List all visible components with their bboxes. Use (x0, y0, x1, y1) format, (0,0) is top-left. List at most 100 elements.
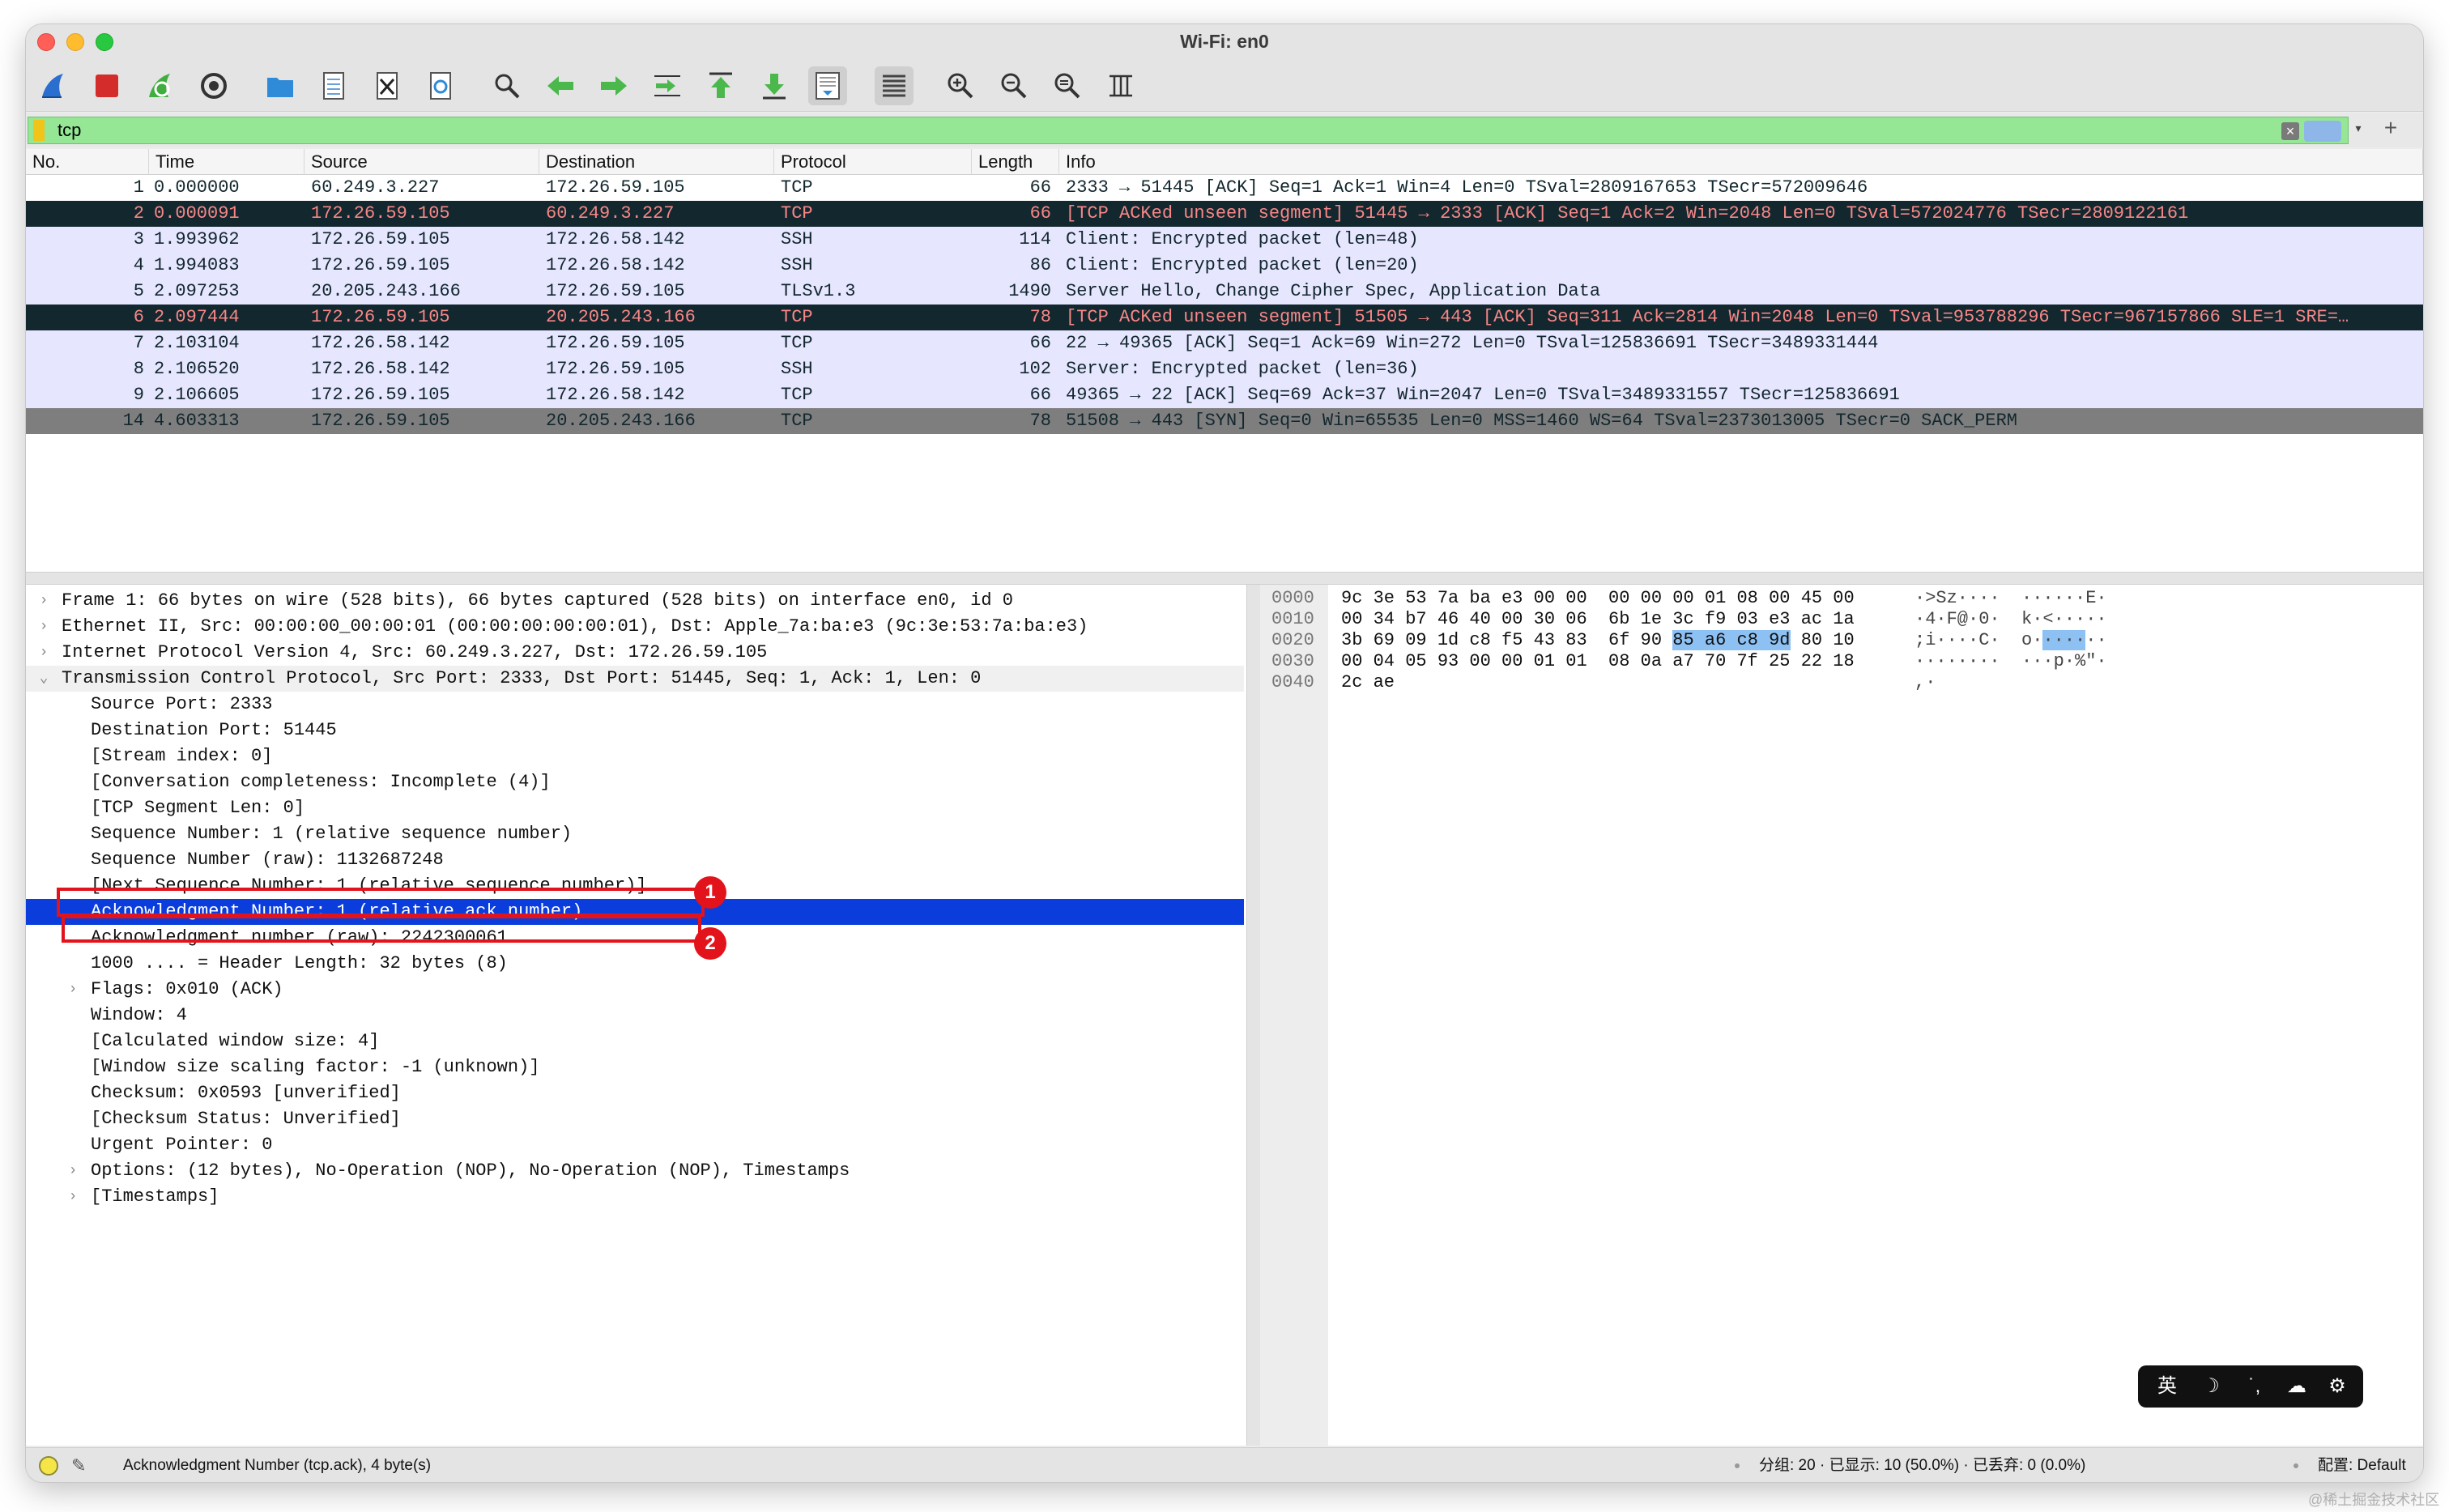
moon-icon[interactable]: ☽ (2195, 1365, 2227, 1408)
detail-tree-item[interactable]: Sequence Number (raw): 1132687248 (26, 847, 1244, 873)
packet-row[interactable]: 5 2.097253 20.205.243.166 172.26.59.105 TLSv… (26, 279, 2423, 305)
restart-capture-icon[interactable] (141, 66, 180, 105)
collapse-arrow-icon[interactable]: ⌄ (36, 666, 52, 692)
resize-columns-icon[interactable] (1101, 66, 1140, 105)
reload-file-icon[interactable] (421, 66, 460, 105)
packet-row[interactable]: 8 2.106520 172.26.58.142 172.26.59.105 SSH 10… (26, 356, 2423, 382)
detail-tree-item[interactable]: Urgent Pointer: 0 (26, 1132, 1244, 1158)
packet-cell-no: 4 (133, 255, 144, 275)
bytes-hex[interactable]: 00 04 05 93 00 00 01 01 08 0a a7 70 7f 2… (1341, 651, 1855, 672)
save-file-icon[interactable] (314, 66, 353, 105)
expand-arrow-icon[interactable]: › (36, 588, 52, 614)
status-profile[interactable]: 配置: Default (2318, 1448, 2406, 1482)
colorize-icon[interactable] (875, 66, 914, 105)
bytes-ascii[interactable]: ·>Sz···· ······E· (1914, 588, 2107, 609)
column-header-2[interactable]: Source (305, 149, 539, 175)
go-back-icon[interactable] (541, 66, 580, 105)
column-header-6[interactable]: Info (1059, 149, 2423, 175)
go-forward-icon[interactable] (594, 66, 633, 105)
detail-tree-item[interactable]: Destination Port: 51445 (26, 718, 1244, 743)
detail-tree-item[interactable]: Sequence Number: 1 (relative sequence nu… (26, 821, 1244, 847)
detail-tree-item[interactable]: [Checksum Status: Unverified] (26, 1106, 1244, 1132)
packet-row[interactable]: 2 0.000091 172.26.59.105 60.249.3.227 TCP 66 [… (26, 201, 2423, 227)
detail-tree-item[interactable]: › Frame 1: 66 bytes on wire (528 bits), 6… (26, 588, 1244, 614)
last-packet-icon[interactable] (755, 66, 794, 105)
detail-text: [Checksum Status: Unverified] (91, 1109, 401, 1129)
bytes-ascii[interactable]: ········ ···p·%"· (1914, 651, 2107, 672)
normal-size-icon[interactable] (1048, 66, 1087, 105)
column-header-3[interactable]: Destination (539, 149, 774, 175)
autoscroll-icon[interactable] (808, 66, 847, 105)
packet-cell-time: 0.000091 (154, 203, 240, 224)
comment-edit-icon[interactable]: ✎ (71, 1448, 96, 1482)
filter-history-dropdown-icon[interactable]: ▾ (2347, 117, 2370, 139)
detail-tree-item[interactable]: › Internet Protocol Version 4, Src: 60.24… (26, 640, 1244, 666)
find-packet-icon[interactable] (488, 66, 526, 105)
expand-arrow-icon[interactable]: › (65, 977, 81, 1003)
packet-bytes-pane: 0000 9c 3e 53 7a ba e3 00 00 00 00 00 01 … (1260, 585, 2423, 1446)
go-to-packet-icon[interactable] (648, 66, 687, 105)
stop-capture-icon[interactable] (87, 66, 126, 105)
wireshark-window: Wi-Fi: en0 × ▾ + No.TimeSource (26, 24, 2423, 1482)
packet-row[interactable]: 1 0.000000 60.249.3.227 172.26.59.105 TCP 66 2… (26, 175, 2423, 201)
detail-tree-item[interactable]: 1000 .... = Header Length: 32 bytes (8) (26, 951, 1244, 977)
column-header-4[interactable]: Protocol (774, 149, 972, 175)
bytes-hex[interactable]: 2c ae (1341, 672, 1395, 693)
bytes-ascii[interactable]: ·4·F@·0· k·<····· (1914, 609, 2107, 630)
bytes-ascii[interactable]: ;i····C· o······· (1914, 630, 2107, 651)
display-filter-input[interactable] (57, 117, 2244, 143)
detail-tree-item[interactable]: [Stream index: 0] (26, 743, 1244, 769)
capture-options-icon[interactable] (194, 66, 233, 105)
packet-row[interactable]: 7 2.103104 172.26.58.142 172.26.59.105 TCP 66… (26, 330, 2423, 356)
bytes-ascii[interactable]: ,· (1914, 672, 1936, 693)
ime-language-toggle[interactable]: 英 (2151, 1365, 2183, 1408)
add-filter-button-icon[interactable]: + (2374, 115, 2407, 141)
zoom-in-icon[interactable] (941, 66, 980, 105)
column-header-0[interactable]: No. (26, 149, 149, 175)
detail-tree-item[interactable]: [TCP Segment Len: 0] (26, 795, 1244, 821)
vertical-splitter[interactable] (1247, 585, 1260, 1446)
packet-row[interactable]: 14 4.603313 172.26.59.105 20.205.243.166 TCP… (26, 408, 2423, 434)
expand-arrow-icon[interactable]: › (65, 1184, 81, 1210)
cloud-icon[interactable]: ☁ (2281, 1365, 2313, 1408)
expand-arrow-icon[interactable]: › (36, 614, 52, 640)
horizontal-splitter[interactable] (26, 572, 2423, 585)
column-header-5[interactable]: Length (972, 149, 1059, 175)
bytes-hex[interactable]: 9c 3e 53 7a ba e3 00 00 00 00 00 01 08 0… (1341, 588, 1855, 609)
detail-tree-item[interactable]: › Flags: 0x010 (ACK) (26, 977, 1244, 1003)
filter-bookmark-icon[interactable] (33, 120, 45, 141)
detail-tree-item[interactable]: › Options: (12 bytes), No-Operation (NOP)… (26, 1158, 1244, 1184)
detail-text: Source Port: 2333 (91, 694, 273, 714)
apply-filter-icon[interactable] (2304, 121, 2341, 142)
expand-arrow-icon[interactable]: › (65, 1158, 81, 1184)
bytes-hex-part: 00 34 b7 46 40 00 30 06 6b 1e 3c f9 03 e… (1341, 609, 1855, 629)
expert-info-icon[interactable] (39, 1456, 58, 1476)
expand-arrow-icon[interactable]: › (36, 640, 52, 666)
open-file-icon[interactable] (261, 66, 300, 105)
packet-row[interactable]: 9 2.106605 172.26.59.105 172.26.58.142 TCP 66… (26, 382, 2423, 408)
ime-gear-icon[interactable]: ⚙ (2321, 1365, 2353, 1408)
shark-fin-start-icon[interactable] (34, 66, 73, 105)
zoom-out-icon[interactable] (995, 66, 1033, 105)
column-header-1[interactable]: Time (149, 149, 305, 175)
detail-tree-item[interactable]: › [Timestamps] (26, 1184, 1244, 1210)
packet-row[interactable]: 3 1.993962 172.26.59.105 172.26.58.142 SSH 11… (26, 227, 2423, 253)
packet-row[interactable]: 4 1.994083 172.26.59.105 172.26.58.142 SSH 86… (26, 253, 2423, 279)
detail-tree-item[interactable]: [Conversation completeness: Incomplete (… (26, 769, 1244, 795)
detail-tree-item[interactable]: › Ethernet II, Src: 00:00:00_00:00:01 (00… (26, 614, 1244, 640)
detail-tree-item[interactable]: Window: 4 (26, 1003, 1244, 1029)
detail-tree-item[interactable]: Checksum: 0x0593 [unverified] (26, 1080, 1244, 1106)
clear-filter-icon[interactable]: × (2281, 122, 2299, 140)
bytes-hex[interactable]: 00 34 b7 46 40 00 30 06 6b 1e 3c f9 03 e… (1341, 609, 1855, 630)
detail-tree-item[interactable]: ⌄ Transmission Control Protocol, Src Port… (26, 666, 1244, 692)
display-filter-field[interactable]: × (28, 117, 2349, 144)
bytes-ascii-part: ········ ···p·%"· (1914, 651, 2107, 671)
close-file-icon[interactable] (368, 66, 407, 105)
detail-tree-item[interactable]: [Window size scaling factor: -1 (unknown… (26, 1054, 1244, 1080)
detail-tree-item[interactable]: [Calculated window size: 4] (26, 1029, 1244, 1054)
detail-tree-item[interactable]: Source Port: 2333 (26, 692, 1244, 718)
bytes-hex[interactable]: 3b 69 09 1d c8 f5 43 83 6f 90 85 a6 c8 9… (1341, 630, 1855, 651)
punctuation-icon[interactable]: ˙, (2238, 1365, 2271, 1408)
packet-row[interactable]: 6 2.097444 172.26.59.105 20.205.243.166 TCP 7… (26, 305, 2423, 330)
first-packet-icon[interactable] (701, 66, 740, 105)
